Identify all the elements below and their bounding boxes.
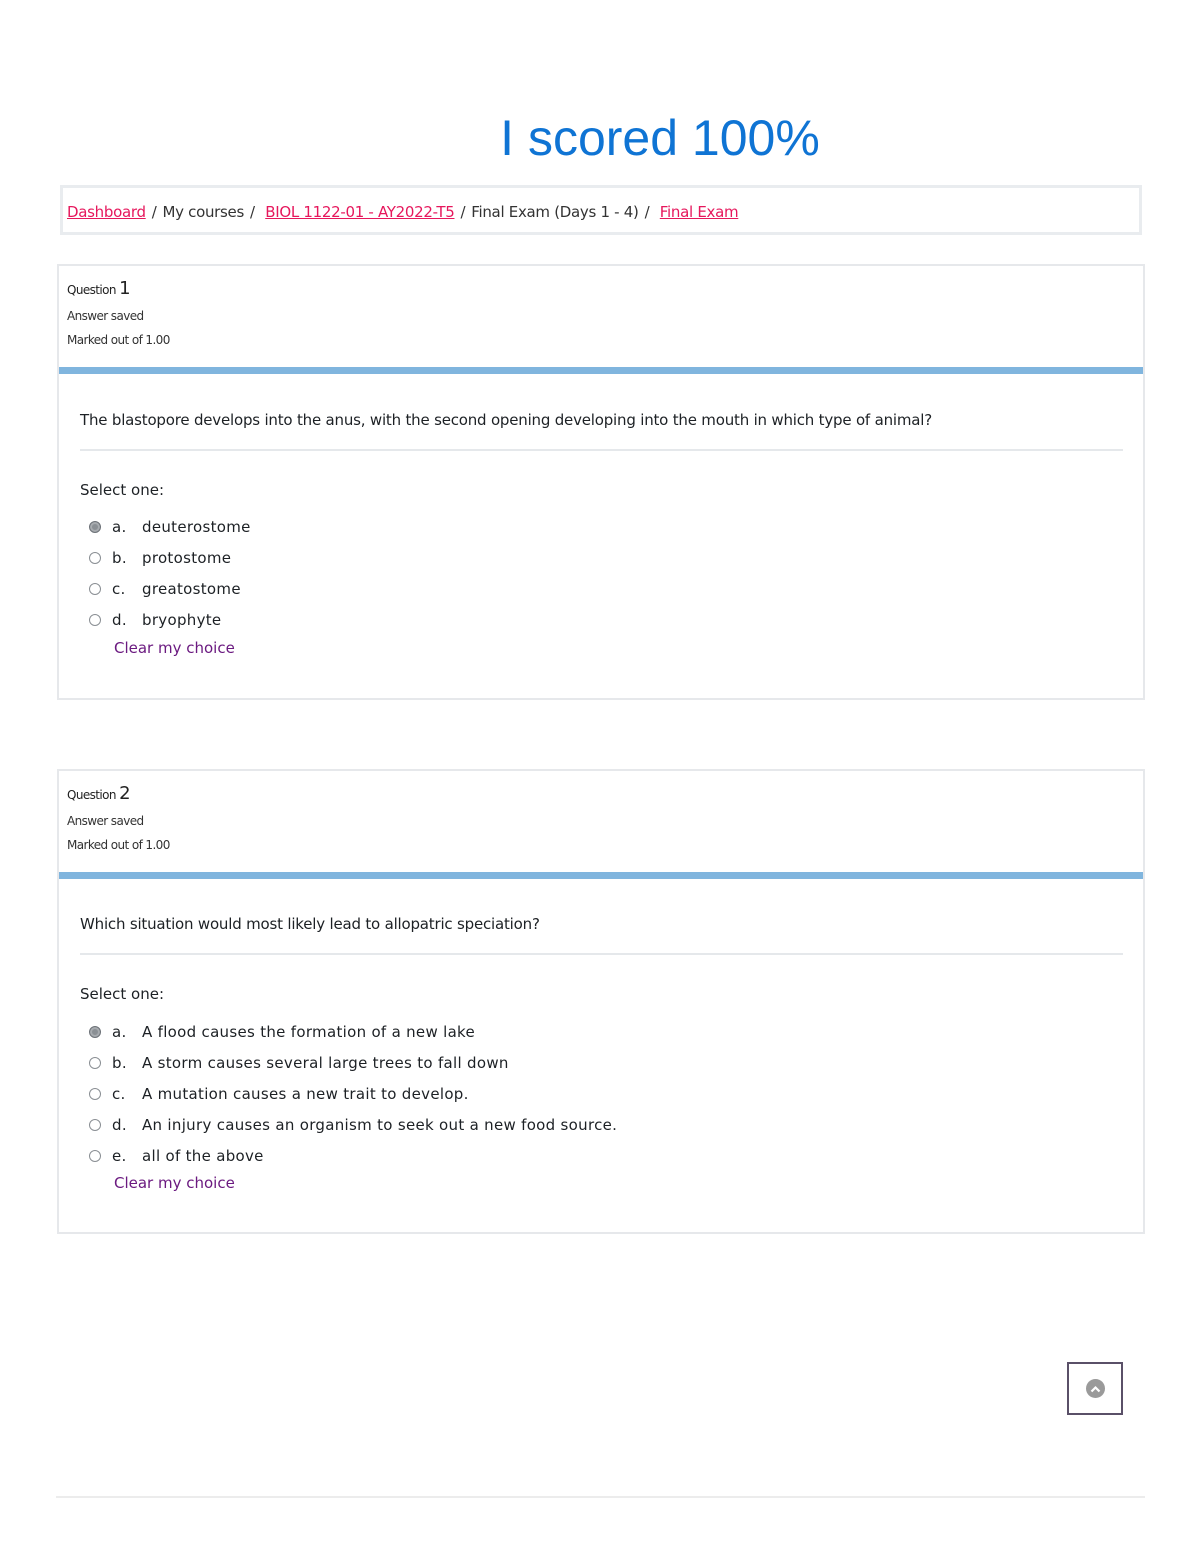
- radio-button-selected[interactable]: [89, 520, 101, 533]
- breadcrumb-container: Dashboard / My courses / BIOL 1122-01 - AY2…: [60, 185, 1142, 235]
- answer-option[interactable]: d. An injury causes an organism to seek o…: [89, 1109, 617, 1140]
- radio-button[interactable]: [89, 1056, 101, 1069]
- breadcrumb-dashboard[interactable]: Dashboard: [67, 203, 146, 221]
- option-letter: c.: [112, 579, 126, 598]
- radio-button[interactable]: [89, 582, 101, 595]
- question-label: Question: [67, 283, 116, 297]
- answer-option[interactable]: a. deuterostome: [89, 511, 251, 542]
- question-label: Question: [67, 788, 116, 802]
- question-info: Question 1 Answer saved Marked out of 1.…: [59, 266, 1143, 368]
- option-letter: e.: [112, 1146, 127, 1165]
- footer-divider: [56, 1496, 1145, 1498]
- option-text: protostome: [142, 548, 232, 567]
- question-number: Question 2: [67, 783, 1143, 804]
- answer-option[interactable]: b. A storm causes several large trees to …: [89, 1047, 617, 1078]
- option-text: bryophyte: [142, 610, 222, 629]
- question-marks: Marked out of 1.00: [67, 333, 170, 347]
- chevron-up-circle-icon: [1085, 1379, 1105, 1398]
- radio-button[interactable]: [89, 1118, 101, 1131]
- breadcrumb-final-exam-section: Final Exam (Days 1 - 4): [471, 203, 639, 221]
- option-letter: a.: [112, 517, 127, 536]
- question-status: Answer saved: [67, 814, 144, 828]
- breadcrumb-my-courses: My courses: [162, 203, 244, 221]
- scroll-to-top-button[interactable]: [1067, 1362, 1123, 1415]
- option-text: A storm causes several large trees to fa…: [142, 1053, 509, 1072]
- radio-button-selected[interactable]: [89, 1025, 101, 1038]
- option-letter: b.: [112, 1053, 127, 1072]
- breadcrumb-course[interactable]: BIOL 1122-01 - AY2022-T5: [265, 203, 455, 221]
- option-text: A mutation causes a new trait to develop…: [142, 1084, 469, 1103]
- clear-my-choice-link[interactable]: Clear my choice: [114, 1174, 235, 1192]
- option-text: greatostome: [142, 579, 241, 598]
- radio-button[interactable]: [89, 551, 101, 564]
- answer-options: a. A flood causes the formation of a new …: [89, 1016, 617, 1171]
- option-text: all of the above: [142, 1146, 264, 1165]
- answer-option[interactable]: a. A flood causes the formation of a new …: [89, 1016, 617, 1047]
- breadcrumb-separator: /: [250, 203, 255, 221]
- question-status: Answer saved: [67, 309, 144, 323]
- question-card-1: Question 1 Answer saved Marked out of 1.…: [57, 264, 1145, 700]
- breadcrumb: Dashboard / My courses / BIOL 1122-01 - AY2…: [67, 203, 739, 221]
- answer-option[interactable]: d. bryophyte: [89, 604, 251, 635]
- answer-option[interactable]: c. A mutation causes a new trait to devel…: [89, 1078, 617, 1109]
- question-number-value: 2: [119, 783, 130, 804]
- question-number-value: 1: [119, 278, 130, 299]
- question-card-2: Question 2 Answer saved Marked out of 1.…: [57, 769, 1145, 1234]
- option-text: deuterostome: [142, 517, 251, 536]
- radio-button[interactable]: [89, 1087, 101, 1100]
- question-header-bar: [59, 872, 1143, 879]
- question-text: The blastopore develops into the anus, w…: [80, 411, 932, 429]
- answer-options: a. deuterostome b. protostome c. greatostom…: [89, 511, 251, 635]
- option-letter: d.: [112, 610, 127, 629]
- question-header-bar: [59, 367, 1143, 374]
- select-one-prompt: Select one:: [80, 481, 165, 499]
- answer-option[interactable]: e. all of the above: [89, 1140, 617, 1171]
- breadcrumb-separator: /: [151, 203, 157, 221]
- question-marks: Marked out of 1.00: [67, 838, 170, 852]
- question-divider: [80, 953, 1123, 955]
- breadcrumb-final-exam[interactable]: Final Exam: [660, 203, 739, 221]
- breadcrumb-separator: /: [460, 203, 466, 221]
- question-info: Question 2 Answer saved Marked out of 1.…: [59, 771, 1143, 873]
- page-headline: I scored 100%: [500, 110, 820, 166]
- answer-option[interactable]: b. protostome: [89, 542, 251, 573]
- option-text: A flood causes the formation of a new la…: [142, 1022, 476, 1041]
- answer-option[interactable]: c. greatostome: [89, 573, 251, 604]
- breadcrumb-separator: /: [644, 203, 650, 221]
- question-text: Which situation would most likely lead t…: [80, 915, 540, 933]
- option-letter: c.: [112, 1084, 126, 1103]
- option-letter: d.: [112, 1115, 127, 1134]
- radio-button[interactable]: [89, 1149, 101, 1162]
- question-number: Question 1: [67, 278, 1143, 299]
- radio-button[interactable]: [89, 613, 101, 626]
- question-divider: [80, 449, 1123, 451]
- option-letter: b.: [112, 548, 127, 567]
- option-letter: a.: [112, 1022, 127, 1041]
- select-one-prompt: Select one:: [80, 985, 165, 1003]
- clear-my-choice-link[interactable]: Clear my choice: [114, 639, 235, 657]
- option-text: An injury causes an organism to seek out…: [142, 1115, 618, 1134]
